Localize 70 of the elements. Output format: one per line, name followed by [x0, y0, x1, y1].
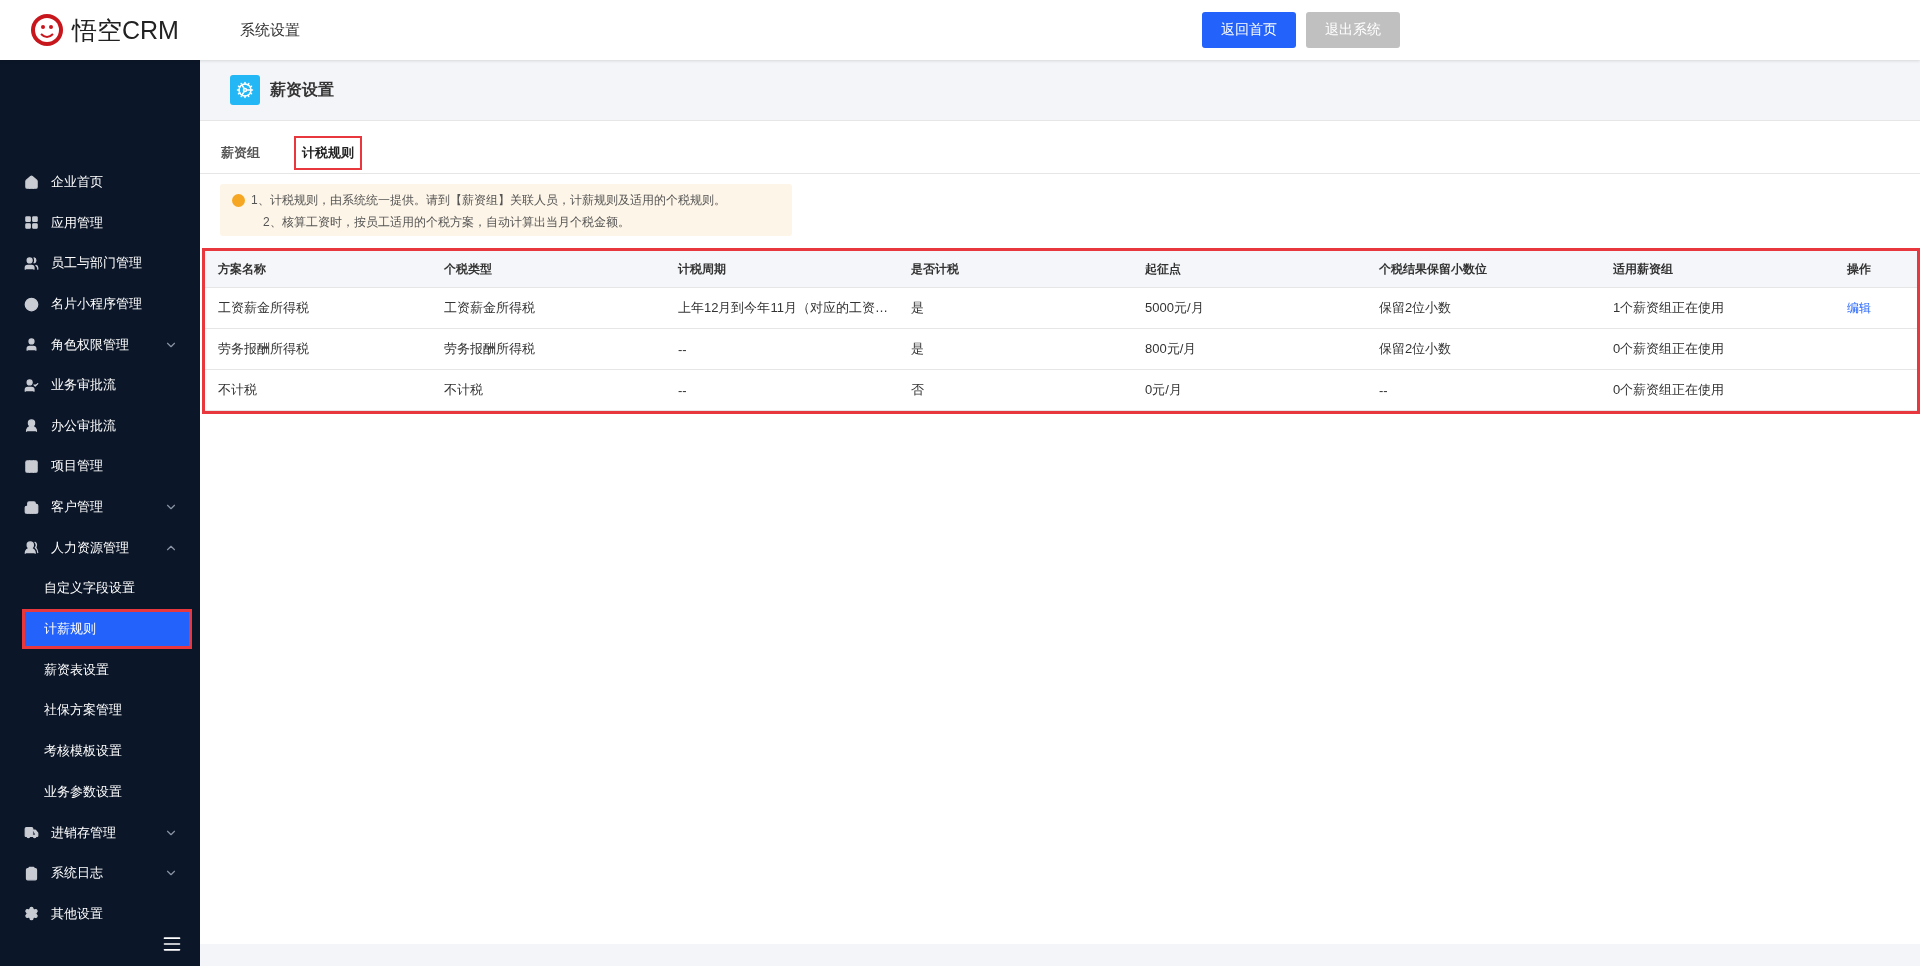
- column-header: 是否计税: [910, 260, 960, 278]
- tab[interactable]: 计税规则: [296, 138, 360, 168]
- sidebar-item[interactable]: 企业首页: [0, 162, 200, 203]
- column-header: 个税结果保留小数位: [1378, 260, 1488, 278]
- menu-item-icon: [24, 215, 39, 231]
- menu-item-icon: [24, 825, 39, 841]
- table-cell-text: --: [677, 382, 688, 398]
- table-cell-text: 是: [910, 340, 925, 358]
- table-cell-text: 工资薪金所得税: [443, 299, 536, 317]
- menu-item-icon: [24, 458, 39, 474]
- menu-item-icon: [24, 865, 39, 881]
- column-header: 个税类型: [443, 260, 493, 278]
- edit-link[interactable]: 编辑: [1834, 299, 1871, 317]
- sidebar-subitem[interactable]: 薪资表设置: [24, 651, 190, 689]
- logo-text: 悟空CRM: [72, 14, 179, 46]
- column-header: 方案名称: [217, 260, 267, 278]
- table-cell-text: 劳务报酬所得税: [443, 340, 536, 358]
- table-cell-text: --: [1378, 382, 1389, 398]
- menu-item-icon: [24, 377, 39, 393]
- menu-item-icon: [24, 337, 39, 353]
- table-cell-text: --: [677, 341, 688, 357]
- sidebar-item[interactable]: 其他设置: [0, 893, 200, 935]
- column-header: 起征点: [1144, 260, 1182, 278]
- menu-item-icon: [24, 418, 39, 434]
- menu-item-icon: [24, 499, 39, 515]
- table-cell-text: 保留2位小数: [1378, 340, 1453, 358]
- menu-item-icon: [24, 906, 39, 922]
- notice-text: 2、核算工资时，按员工适用的个税方案，自动计算出当月个税金额。: [262, 214, 631, 230]
- column-header: 计税周期: [676, 260, 727, 278]
- menu-item-icon: [24, 256, 39, 271]
- sidebar-item[interactable]: 名片小程序管理: [0, 283, 200, 325]
- sidebar-item[interactable]: 客户管理: [0, 486, 200, 528]
- table-cell-text: 5000元/月: [1144, 299, 1205, 317]
- table-cell-text: 保留2位小数: [1378, 299, 1453, 317]
- sidebar-item[interactable]: 员工与部门管理: [0, 243, 200, 284]
- tab[interactable]: 薪资组: [215, 138, 266, 168]
- table-cell-text: 否: [910, 381, 925, 399]
- menu-item-icon: [24, 296, 39, 312]
- table-cell-text: 上年12月到今年11月（对应的工资…: [677, 299, 889, 317]
- table-cell-text: 劳务报酬所得税: [217, 340, 310, 358]
- sidebar-item[interactable]: 角色权限管理: [0, 324, 200, 365]
- sidebar-item[interactable]: 业务审批流: [0, 364, 200, 406]
- sidebar-subitem[interactable]: 考核模板设置: [24, 732, 190, 770]
- sidebar-subitem[interactable]: 自定义字段设置: [24, 569, 190, 607]
- column-header: 适用薪资组: [1612, 260, 1674, 278]
- header-title: 系统设置: [240, 20, 300, 40]
- table-cell-text: 工资薪金所得税: [217, 299, 310, 317]
- sidebar-item[interactable]: 进销存管理: [0, 812, 200, 853]
- sidebar-item[interactable]: 系统日志: [0, 852, 200, 894]
- sidebar-subitem[interactable]: 社保方案管理: [24, 692, 190, 729]
- column-header: 操作: [1846, 260, 1872, 278]
- sidebar-item[interactable]: 应用管理: [0, 202, 200, 244]
- menu-item-icon: [24, 540, 39, 556]
- notice-text: 1、计税规则，由系统统一提供。请到【薪资组】关联人员，计薪规则及适用的个税规则。: [251, 192, 726, 208]
- table-cell-text: 不计税: [443, 381, 484, 399]
- table-cell-text: 是: [910, 299, 925, 317]
- table-cell-text: 800元/月: [1144, 340, 1198, 358]
- table-cell-text: 0个薪资组正在使用: [1612, 340, 1726, 358]
- sidebar-item[interactable]: 办公审批流: [0, 405, 200, 447]
- home-button[interactable]: 返回首页: [1202, 12, 1296, 48]
- page-title: 薪资设置: [270, 79, 334, 100]
- sidebar-item[interactable]: 人力资源管理: [0, 527, 200, 568]
- table-cell-text: 不计税: [217, 381, 258, 399]
- sidebar-item[interactable]: 项目管理: [0, 446, 200, 487]
- sidebar-subitem[interactable]: 计薪规则: [24, 610, 190, 648]
- table-cell-text: 0个薪资组正在使用: [1612, 381, 1726, 399]
- table-cell-text: 1个薪资组正在使用: [1612, 299, 1726, 317]
- menu-item-icon: [24, 174, 39, 190]
- table-cell-text: 0元/月: [1144, 381, 1183, 399]
- sidebar-subitem[interactable]: 业务参数设置: [24, 773, 190, 811]
